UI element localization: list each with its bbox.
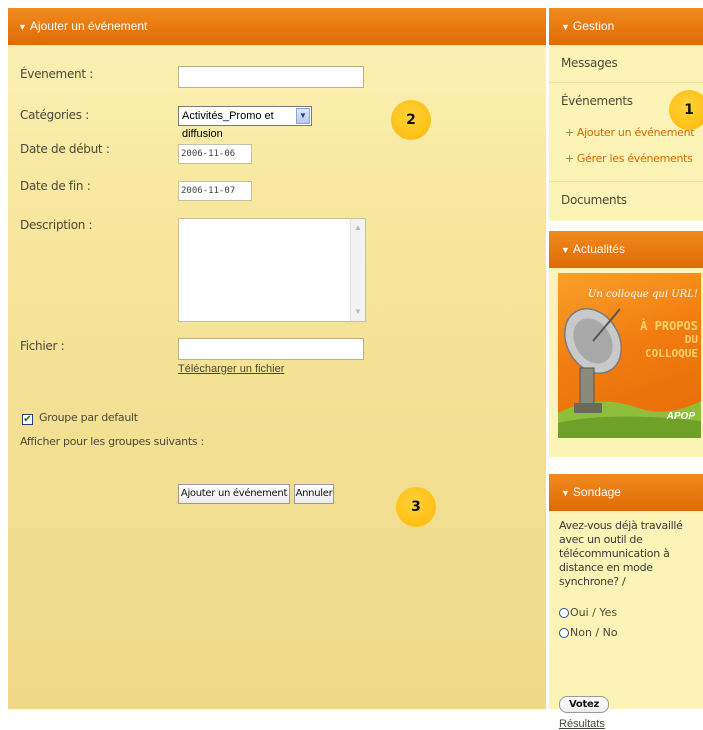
actualites-panel: ▼ Actualités Un colloque qui URL! À PROPO… — [549, 231, 703, 457]
nav-messages[interactable]: Messages — [549, 45, 703, 83]
gestion-body: Messages Événements + Ajouter un événemen… — [549, 45, 703, 221]
news-subtitle-line2: DU COLLOQUE — [645, 333, 698, 360]
poll-option-no-label: Non / No — [570, 626, 618, 639]
end-date-label: Date de fin : — [20, 179, 91, 193]
panel-header: ▼ Ajouter un événement — [8, 8, 546, 45]
radio-yes[interactable] — [559, 608, 569, 618]
scroll-up-icon[interactable]: ▲ — [352, 221, 364, 235]
vote-button[interactable]: Votez — [559, 696, 609, 713]
gestion-header: ▼ Gestion — [549, 8, 703, 45]
categories-label: Catégories : — [20, 108, 89, 122]
categories-select[interactable]: Activités_Promo et diffusion ▼ — [178, 106, 312, 140]
nav-documents[interactable]: Documents — [549, 182, 703, 219]
collapse-triangle-icon[interactable]: ▼ — [561, 22, 570, 32]
radio-no[interactable] — [559, 628, 569, 638]
description-textarea[interactable]: ▲ ▼ — [178, 218, 366, 322]
actualites-title: Actualités — [572, 242, 625, 256]
collapse-triangle-icon[interactable]: ▼ — [18, 22, 27, 32]
file-label: Fichier : — [20, 339, 65, 353]
poll-option-yes[interactable]: Oui / Yes — [549, 603, 703, 623]
subnav-manage-events-label: Gérer les événements — [576, 152, 693, 165]
colloque-news-image[interactable]: Un colloque qui URL! À PROPOS DU COLLOQU… — [558, 273, 701, 438]
annotation-badge-3: 3 — [396, 487, 436, 527]
cancel-button[interactable]: Annuler — [294, 484, 334, 504]
scroll-down-icon[interactable]: ▼ — [352, 305, 364, 319]
plus-icon: + — [565, 152, 574, 165]
panel-title: Ajouter un événement — [29, 19, 148, 33]
collapse-triangle-icon[interactable]: ▼ — [561, 488, 570, 498]
actualites-header: ▼ Actualités — [549, 231, 703, 268]
apop-logo: APOP — [666, 411, 695, 422]
plus-icon: + — [565, 126, 574, 139]
upload-file-link[interactable]: Télécharger un fichier — [178, 363, 284, 375]
description-label: Description : — [20, 218, 93, 232]
news-title: Un colloque qui URL! — [588, 289, 698, 300]
news-subtitle: À PROPOS DU COLLOQUE — [626, 319, 698, 361]
collapse-triangle-icon[interactable]: ▼ — [561, 245, 570, 255]
event-input[interactable] — [178, 66, 364, 88]
default-group-checkbox[interactable]: ✔ — [22, 414, 33, 425]
sondage-header: ▼ Sondage — [549, 474, 703, 511]
annotation-badge-2: 2 — [391, 100, 431, 140]
news-subtitle-line1: À PROPOS — [640, 319, 698, 333]
event-label: Évenement : — [20, 67, 93, 81]
gestion-title: Gestion — [572, 19, 615, 33]
textarea-scrollbar[interactable]: ▲ ▼ — [350, 219, 365, 321]
add-event-panel: ▼ Ajouter un événement Évenement : Catégo… — [8, 8, 546, 709]
results-link[interactable]: Résultats — [559, 718, 605, 730]
groups-label: Afficher pour les groupes suivants : — [20, 435, 204, 448]
actualites-body: Un colloque qui URL! À PROPOS DU COLLOQU… — [549, 268, 703, 457]
dropdown-arrow-icon[interactable]: ▼ — [296, 108, 310, 124]
sondage-panel: ▼ Sondage Avez-vous déjà travaillé avec u… — [549, 474, 703, 730]
end-date-input[interactable]: 2006-11-07 — [178, 181, 252, 201]
file-input[interactable] — [178, 338, 364, 360]
gestion-panel: ▼ Gestion Messages Événements + Ajouter un… — [549, 8, 703, 221]
news-title-text: Un colloque qui URL! — [588, 289, 698, 300]
add-event-button[interactable]: Ajouter un événement — [178, 484, 290, 504]
poll-option-no[interactable]: Non / No — [549, 623, 703, 643]
subnav-add-event-label: Ajouter un événement — [576, 126, 695, 139]
poll-question: Avez-vous déjà travaillé avec un outil d… — [559, 519, 683, 588]
default-group-label: Groupe par default — [39, 411, 138, 424]
start-date-label: Date de début : — [20, 142, 110, 156]
start-date-input[interactable]: 2006-11-06 — [178, 144, 252, 164]
poll-option-yes-label: Oui / Yes — [570, 606, 618, 619]
sondage-body: Avez-vous déjà travaillé avec un outil d… — [549, 511, 703, 730]
subnav-manage-events[interactable]: + Gérer les événements — [549, 146, 703, 172]
categories-selected-value: Activités_Promo et diffusion — [182, 110, 274, 140]
annotation-badge-1: 1 — [669, 90, 703, 130]
sondage-title: Sondage — [572, 485, 621, 499]
